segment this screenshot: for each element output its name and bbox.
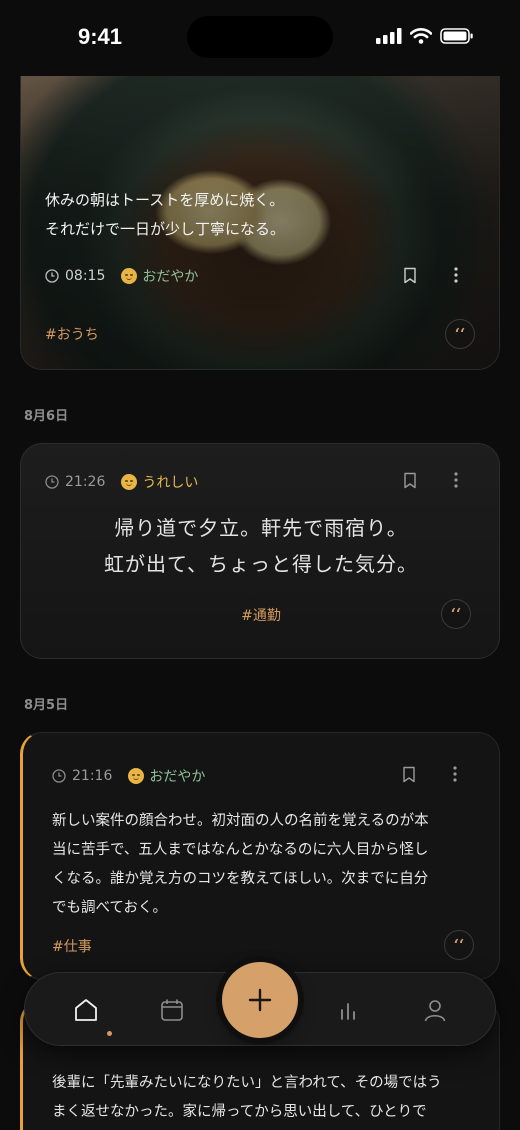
entry-meta: 21:26 うれしい: [45, 472, 198, 492]
quote-button[interactable]: ‘‘: [445, 319, 475, 349]
more-button[interactable]: [444, 763, 466, 785]
entry-time: 21:16: [72, 768, 113, 784]
entry-text: 帰り道で夕立。軒先で雨宿り。 虹が出て、ちょっと得した気分。: [21, 510, 499, 582]
smiling-face-icon: [121, 474, 138, 490]
entry-text-line: 虹が出て、ちょっと得した気分。: [104, 552, 418, 576]
mood-badge: うれしい: [121, 472, 198, 492]
bookmark-button[interactable]: [398, 763, 420, 785]
more-vertical-icon: [454, 267, 458, 283]
bookmark-button[interactable]: [399, 469, 421, 491]
nav-calendar-button[interactable]: [159, 997, 185, 1023]
entry-text-line: でも調べておく。: [52, 900, 167, 916]
user-icon: [424, 1000, 446, 1022]
entry-card-photo[interactable]: 休みの朝はトーストを厚めに焼く。 それだけで一日が少し丁寧になる。 08:15 …: [20, 72, 500, 370]
home-icon: [75, 999, 97, 1021]
entry-text-line: 帰り道で夕立。軒先で雨宿り。: [114, 516, 408, 540]
mood-label: おだやか: [149, 769, 206, 785]
entry-text-line: くなる。誰か覚え方のコツを教えてほしい。次までに自分: [52, 871, 429, 887]
calm-face-icon: [121, 268, 138, 284]
quote-button[interactable]: ‘‘: [444, 930, 474, 960]
entry-tag[interactable]: #仕事: [52, 936, 92, 956]
clock-icon: [45, 475, 59, 489]
entry-text-line: それだけで一日が少し丁寧になる。: [45, 220, 286, 238]
more-button[interactable]: [445, 264, 467, 286]
mood-label: おだやか: [142, 269, 199, 285]
nav-profile-button[interactable]: [422, 997, 448, 1023]
clock-icon: [45, 269, 59, 283]
more-vertical-icon: [453, 766, 457, 782]
entry-text-line: 後輩に「先輩みたいになりたい」と言われて、その場ではう: [52, 1075, 442, 1091]
entry-text: 後輩に「先輩みたいになりたい」と言われて、その場ではう まく返せなかった。家に帰…: [52, 1069, 442, 1127]
date-heading: 8月5日: [24, 698, 69, 713]
active-indicator: [107, 1031, 112, 1036]
cellular-signal-icon: [376, 28, 402, 44]
entry-text: 新しい案件の顔合わせ。初対面の人の名前を覚えるのが本 当に苦手で、五人まではなん…: [52, 807, 429, 923]
entry-text-line: 休みの朝はトーストを厚めに焼く。: [45, 191, 285, 209]
quote-icon: ‘‘: [453, 936, 465, 954]
entry-time: 21:26: [65, 474, 106, 490]
bar-chart-icon: [341, 1003, 355, 1020]
entry-text-line: 当に苦手で、五人まではなんとかなるのに六人目から怪し: [52, 842, 429, 858]
quote-icon: ‘‘: [450, 605, 462, 623]
quote-button[interactable]: ‘‘: [441, 599, 471, 629]
entry-text-line: まく返せなかった。家に帰ってから思い出して、ひとりで: [52, 1104, 427, 1120]
status-icons: [376, 28, 474, 44]
date-heading: 8月6日: [24, 409, 69, 424]
mood-label: うれしい: [142, 475, 199, 491]
quote-icon: ‘‘: [454, 325, 466, 343]
more-button[interactable]: [445, 469, 467, 491]
battery-icon: [440, 28, 473, 44]
add-entry-button[interactable]: [222, 962, 298, 1038]
entry-text: 休みの朝はトーストを厚めに焼く。 それだけで一日が少し丁寧になる。: [45, 186, 285, 244]
dynamic-island: [187, 16, 333, 58]
bookmark-icon: [403, 766, 415, 782]
entry-card[interactable]: 21:26 うれしい 帰り道で夕立。軒先で雨宿り。 虹が出て、ちょっと得した気分…: [20, 443, 500, 659]
status-time: 9:41: [78, 24, 123, 49]
more-vertical-icon: [454, 472, 458, 488]
calm-face-icon: [128, 768, 145, 784]
entry-card[interactable]: 21:16 おだやか 新しい案件の顔合わせ。初対面の人の名前を覚えるのが本 当に…: [20, 732, 500, 980]
entry-meta: 08:15 おだやか: [45, 266, 198, 286]
mood-badge: おだやか: [128, 766, 205, 786]
nav-stats-button[interactable]: [335, 997, 361, 1023]
status-bar: 9:41: [0, 0, 520, 76]
entry-meta: 21:16 おだやか: [52, 766, 205, 786]
plus-icon: [248, 988, 272, 1012]
calendar-icon: [161, 999, 183, 1021]
entry-text-line: 新しい案件の顔合わせ。初対面の人の名前を覚えるのが本: [52, 813, 429, 829]
bookmark-button[interactable]: [399, 264, 421, 286]
entry-tag[interactable]: #おうち: [45, 324, 99, 344]
entry-tag[interactable]: #通勤: [21, 605, 499, 625]
mood-badge: おだやか: [121, 266, 198, 286]
wifi-icon: [410, 28, 432, 44]
bookmark-icon: [404, 267, 416, 283]
clock-icon: [52, 769, 66, 783]
entry-time: 08:15: [65, 268, 106, 284]
nav-home-button[interactable]: [73, 997, 99, 1023]
bookmark-icon: [404, 472, 416, 488]
